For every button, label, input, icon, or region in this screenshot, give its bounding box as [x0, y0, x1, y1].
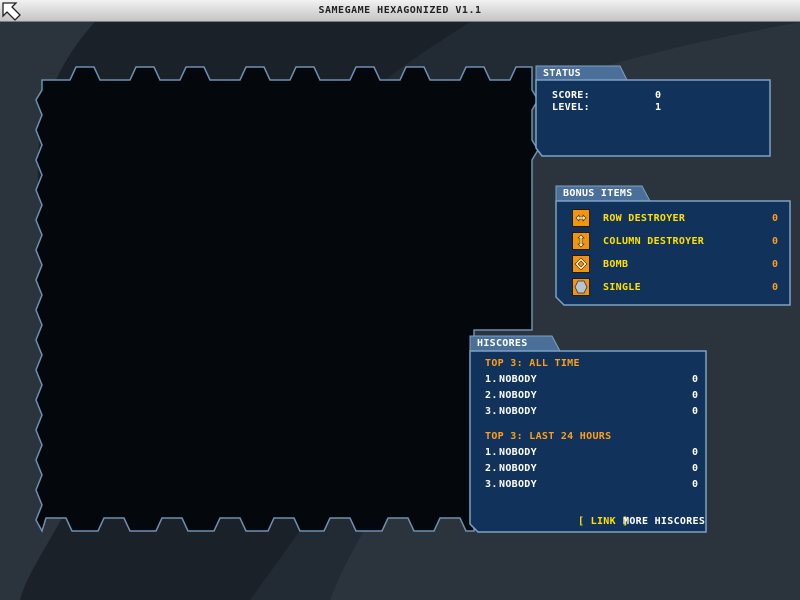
row-destroyer-icon[interactable]	[572, 209, 590, 227]
row-destroyer-count: 0	[772, 213, 779, 224]
single-label: SINGLE	[603, 282, 641, 293]
column-destroyer-icon[interactable]	[572, 232, 590, 250]
hiscores-header: HISCORES	[477, 338, 528, 349]
level-value: 1	[655, 102, 662, 113]
column-destroyer-count: 0	[772, 236, 779, 247]
last-24-name: NOBODY	[499, 463, 537, 474]
level-label: LEVEL:	[552, 102, 590, 113]
all-time-name: NOBODY	[499, 390, 537, 401]
hiscores-link[interactable]: [ LINK ]	[578, 516, 629, 528]
panel-frames	[35, 65, 791, 533]
all-time-score: 0	[692, 390, 699, 401]
more-hiscores-label: MORE HISCORES	[623, 516, 706, 527]
last-24-rank: 2.	[485, 463, 498, 474]
score-value: 0	[655, 90, 662, 101]
last-24-rank: 3.	[485, 479, 498, 490]
bomb-count: 0	[772, 259, 779, 270]
row-destroyer-label: ROW DESTROYER	[603, 213, 686, 224]
all-time-rank: 3.	[485, 406, 498, 417]
last-24-rank: 1.	[485, 447, 498, 458]
game-window: SAMEGAME HEXAGONIZED V1.1 STATUS SCORE: …	[0, 0, 800, 600]
all-time-score: 0	[692, 374, 699, 385]
single-icon[interactable]	[572, 278, 590, 296]
bomb-label: BOMB	[603, 259, 629, 270]
single-count: 0	[772, 282, 779, 293]
all-time-title: TOP 3: ALL TIME	[485, 358, 580, 369]
all-time-score: 0	[692, 406, 699, 417]
status-header: STATUS	[543, 68, 581, 79]
score-label: SCORE:	[552, 90, 590, 101]
last-24-title: TOP 3: LAST 24 HOURS	[485, 431, 612, 442]
all-time-name: NOBODY	[499, 406, 537, 417]
last-24-name: NOBODY	[499, 447, 537, 458]
column-destroyer-label: COLUMN DESTROYER	[603, 236, 705, 247]
last-24-score: 0	[692, 479, 699, 490]
last-24-score: 0	[692, 463, 699, 474]
all-time-name: NOBODY	[499, 374, 537, 385]
bonus-header: BONUS ITEMS	[563, 188, 633, 199]
last-24-name: NOBODY	[499, 479, 537, 490]
all-time-rank: 2.	[485, 390, 498, 401]
last-24-score: 0	[692, 447, 699, 458]
all-time-rank: 1.	[485, 374, 498, 385]
game-board[interactable]	[35, 66, 539, 533]
bomb-icon[interactable]	[572, 255, 590, 273]
